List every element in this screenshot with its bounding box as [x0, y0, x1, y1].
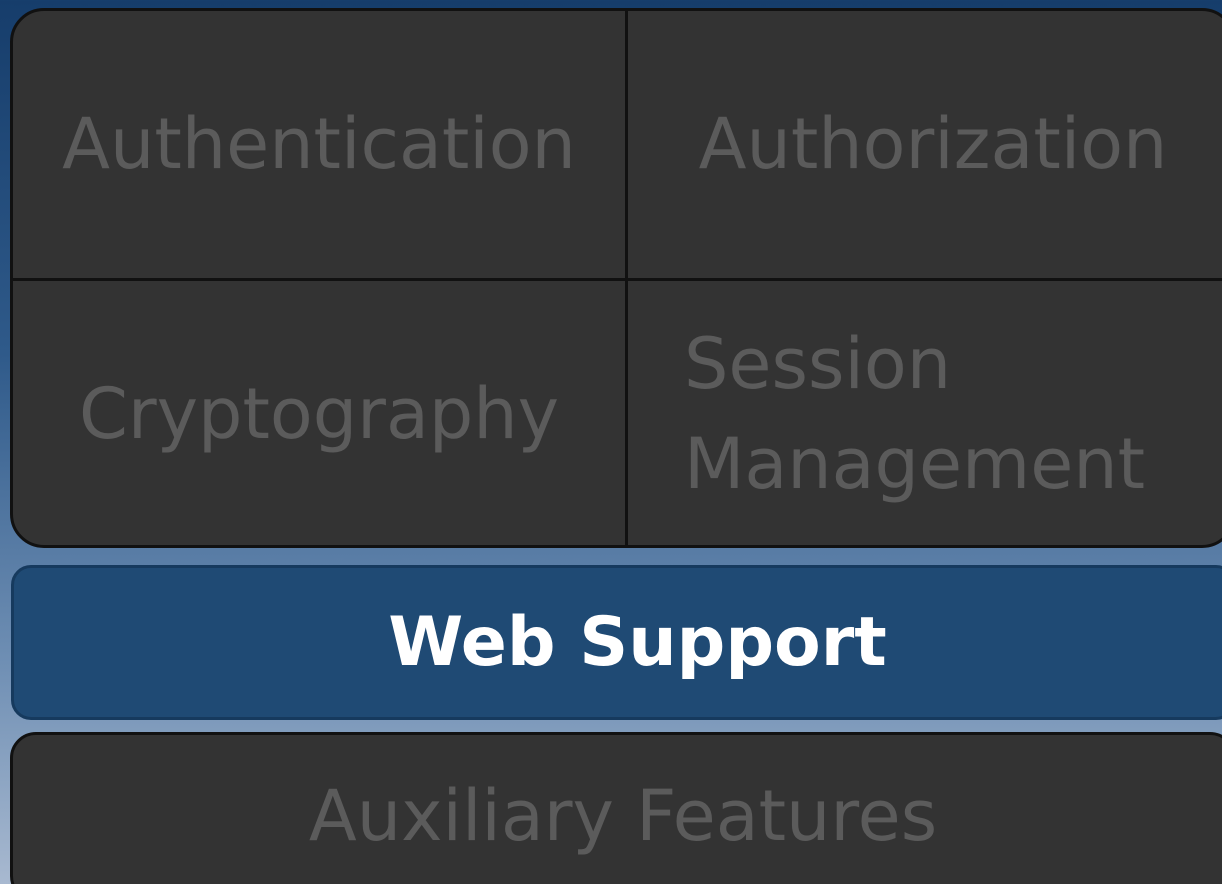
core-modules-panel: Authentication Authorization Cryptograph… [10, 8, 1222, 548]
web-support-module: Web Support [11, 565, 1222, 720]
web-support-label: Web Support [388, 603, 887, 682]
auxiliary-features-label: Auxiliary Features [308, 775, 938, 857]
authentication-module: Authentication [13, 11, 625, 278]
session-management-label: Session Management [684, 323, 1146, 505]
cryptography-module: Cryptography [13, 281, 625, 545]
session-management-module: Session Management [628, 281, 1222, 545]
authorization-module: Authorization [628, 11, 1222, 278]
auxiliary-features-module: Auxiliary Features [10, 732, 1222, 884]
authentication-label: Authentication [62, 102, 576, 185]
horizontal-divider [13, 278, 1222, 281]
cryptography-label: Cryptography [78, 372, 560, 455]
authorization-label: Authorization [698, 102, 1168, 185]
